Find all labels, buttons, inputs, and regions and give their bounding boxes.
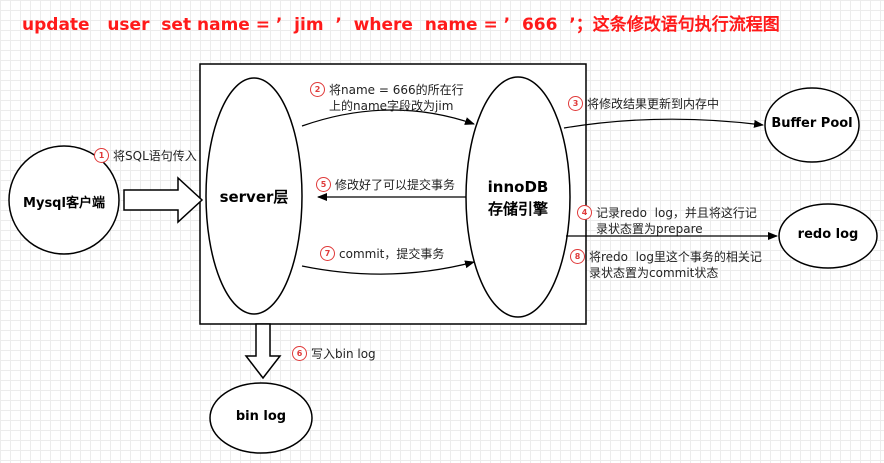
step-3: 3 将修改结果更新到内存中 [568,96,719,112]
step-8: 8 将redo log里这个事务的相关记 录状态置为commit状态 [570,249,762,281]
engine-label-line2: 存储引擎 [487,200,548,218]
step-1-text: 将SQL语句传入 [113,149,197,163]
step-5-badge: 5 [316,177,331,192]
step3-arrow [563,118,764,129]
step-3-text: 将修改结果更新到内存中 [587,97,720,111]
server-label: server层 [219,188,289,206]
buffer-pool-label: Buffer Pool [771,116,853,131]
step-4-text: 记录redo log，并且将这行记 录状态置为prepare [596,206,757,236]
step-2-badge: 2 [310,82,325,97]
step-6: 6 写入bin log [292,346,376,362]
step-6-badge: 6 [292,346,307,361]
client-to-server-arrow [123,176,204,224]
engine-label-line1: innoDB [487,178,549,196]
step-8-text: 将redo log里这个事务的相关记 录状态置为commit状态 [589,250,762,280]
step-2-text: 将name = 666的所在行 上的name字段改为jim [329,83,464,113]
step-5-text: 修改好了可以提交事务 [335,178,456,192]
step-7: 7 commit，提交事务 [320,246,444,262]
step-2: 2 将name = 666的所在行 上的name字段改为jim [310,82,464,114]
step-7-badge: 7 [320,246,335,261]
step-4-badge: 4 [577,205,592,220]
step-7-text: commit，提交事务 [339,247,445,261]
engine-node [465,76,571,318]
client-label: Mysql客户端 [23,196,105,211]
step-5: 5 修改好了可以提交事务 [316,177,455,193]
step-3-badge: 3 [568,96,583,111]
redo-log-label: redo log [797,227,859,242]
step-1: 1 将SQL语句传入 [94,148,197,164]
step-4: 4 记录redo log，并且将这行记 录状态置为prepare [577,205,757,237]
step-8-badge: 8 [570,249,585,264]
server-to-binlog-arrow [244,323,282,380]
bin-log-label: bin log [235,409,287,424]
step-6-text: 写入bin log [311,347,376,361]
step-1-badge: 1 [94,148,109,163]
